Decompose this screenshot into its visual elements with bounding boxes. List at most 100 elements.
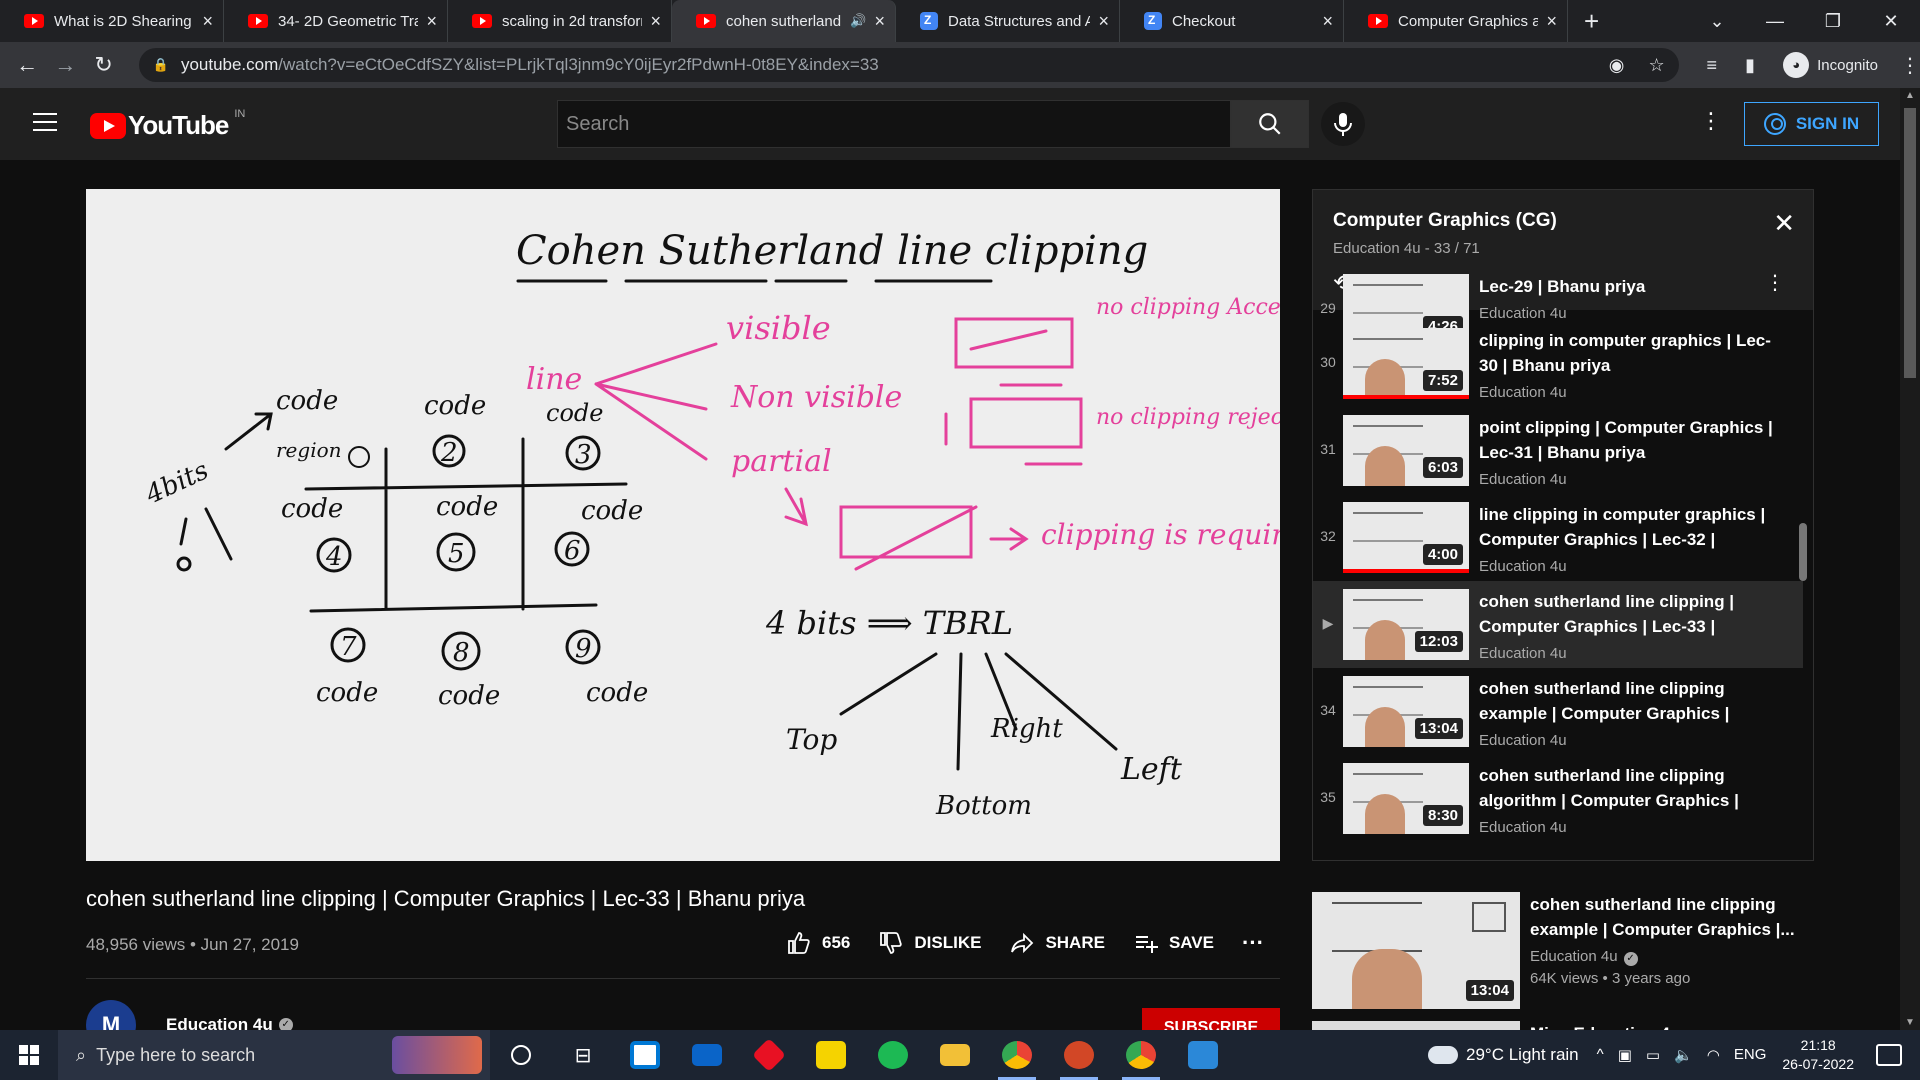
clock[interactable]: 21:18 26-07-2022 [1782, 1036, 1854, 1074]
restore-button[interactable]: ❐ [1804, 11, 1862, 32]
search-input[interactable] [566, 112, 1230, 136]
sticky-notes-icon[interactable] [800, 1030, 862, 1080]
video-player[interactable]: Cohen Sutherland line clipping code code… [86, 189, 1280, 861]
speaker-icon[interactable]: 🔊 [850, 13, 866, 29]
item-title: cohen sutherland line clipping example |… [1479, 679, 1730, 723]
playlist-item[interactable]: 29 4:26 Lec-29 | Bhanu priya Education 4u [1313, 266, 1803, 345]
office-app-icon[interactable] [738, 1030, 800, 1080]
photos-icon[interactable] [1172, 1030, 1234, 1080]
share-button[interactable]: SHARE [1009, 931, 1105, 955]
notification-center-icon[interactable] [1876, 1044, 1902, 1066]
store-icon[interactable] [614, 1030, 676, 1080]
video-thumbnail[interactable]: 12:03 [1343, 589, 1469, 660]
close-tab-icon[interactable]: × [1546, 11, 1557, 32]
video-thumbnail[interactable]: 6:03 [1343, 415, 1469, 486]
thumbs-up-icon [788, 932, 810, 954]
cortana-icon[interactable] [490, 1030, 552, 1080]
youtube-favicon-icon [24, 14, 44, 28]
weather-widget[interactable]: 29°C Light rain [1428, 1045, 1579, 1065]
chrome-profile-icon[interactable] [1110, 1030, 1172, 1080]
wifi-icon[interactable]: ◠ [1707, 1046, 1720, 1064]
video-actions: 656 DISLIKE SHARE SAVE ··· [786, 930, 1264, 956]
playlist-item[interactable]: 30 7:52 clipping in computer graphics | … [1313, 320, 1803, 407]
file-explorer-icon[interactable] [924, 1030, 986, 1080]
tab-search-icon[interactable]: ⌄ [1688, 11, 1746, 32]
youtube-logo[interactable]: YouTube IN [90, 108, 245, 141]
scroll-up-arrow-icon[interactable]: ▲ [1905, 90, 1915, 101]
show-hidden-icons-icon[interactable]: ^ [1597, 1046, 1604, 1064]
spotify-icon[interactable] [862, 1030, 924, 1080]
battery-icon[interactable]: ▭ [1646, 1046, 1660, 1064]
video-thumbnail[interactable]: 4:00 [1343, 502, 1469, 573]
scrollbar-thumb[interactable] [1904, 108, 1916, 378]
address-bar[interactable]: 🔒 youtube.com /watch?v=eCtOeCdfSZY&list=… [138, 48, 1679, 82]
task-view-icon[interactable]: ⊟ [552, 1030, 614, 1080]
playlist-title[interactable]: Computer Graphics (CG) [1333, 210, 1813, 232]
svg-text:7: 7 [340, 632, 357, 662]
tracking-blocked-icon[interactable]: ◉ [1609, 55, 1625, 76]
video-thumbnail[interactable]: 13:04 [1312, 892, 1520, 1009]
sign-in-button[interactable]: SIGN IN [1744, 102, 1879, 146]
incognito-profile[interactable]: ◕ Incognito [1783, 52, 1878, 78]
powerpoint-icon[interactable] [1048, 1030, 1110, 1080]
browser-tab[interactable]: 34- 2D Geometric Tran × [224, 0, 448, 42]
mail-icon[interactable] [676, 1030, 738, 1080]
voice-search-button[interactable] [1321, 102, 1365, 146]
dislike-button[interactable]: DISLIKE [878, 931, 981, 955]
minimize-button[interactable]: — [1746, 11, 1804, 32]
start-button[interactable] [0, 1030, 58, 1080]
video-thumbnail[interactable]: 13:04 [1343, 676, 1469, 747]
url-path: /watch?v=eCtOeCdfSZY&list=PLrjkTql3jnm9c… [278, 55, 879, 74]
item-title: point clipping | Computer Graphics | Lec… [1479, 418, 1773, 462]
recommended-video[interactable]: 13:04 cohen sutherland line clipping exa… [1312, 892, 1892, 1009]
region-label: region [276, 438, 342, 462]
playlist-item[interactable]: 35 8:30 cohen sutherland line clipping a… [1313, 755, 1803, 842]
more-actions-button[interactable]: ··· [1242, 930, 1264, 956]
browser-menu-icon[interactable]: ⋮ [1900, 53, 1920, 78]
close-tab-icon[interactable]: × [426, 11, 437, 32]
video-thumbnail[interactable]: 8:30 [1343, 763, 1469, 834]
playlist-item[interactable]: 31 6:03 point clipping | Computer Graphi… [1313, 407, 1803, 494]
video-thumbnail[interactable]: 7:52 [1343, 328, 1469, 399]
scroll-down-arrow-icon[interactable]: ▼ [1905, 1017, 1915, 1028]
new-tab-button[interactable]: + [1584, 6, 1599, 37]
browser-tab[interactable]: scaling in 2d transform × [448, 0, 672, 42]
settings-menu-icon[interactable]: ⋮ [1700, 108, 1722, 134]
playlist-item[interactable]: 34 13:04 cohen sutherland line clipping … [1313, 668, 1803, 755]
playlist-item-current[interactable]: ▶ 12:03 cohen sutherland line clipping |… [1313, 581, 1803, 668]
item-index: 32 [1320, 528, 1336, 544]
browser-tab-active[interactable]: cohen sutherland 🔊 × [672, 0, 896, 42]
language-indicator[interactable]: ENG [1734, 1046, 1767, 1064]
close-tab-icon[interactable]: × [202, 11, 213, 32]
share-icon [1011, 932, 1034, 954]
close-tab-icon[interactable]: × [1098, 11, 1109, 32]
browser-tab[interactable]: Data Structures and A × [896, 0, 1120, 42]
save-button[interactable]: SAVE [1133, 931, 1214, 955]
search-button[interactable] [1231, 100, 1309, 148]
close-tab-icon[interactable]: × [874, 11, 885, 32]
playlist-scrollbar[interactable] [1799, 523, 1807, 581]
browser-tab[interactable]: What is 2D Shearing E × [0, 0, 224, 42]
volume-icon[interactable]: 🔈 [1674, 1046, 1693, 1064]
close-playlist-icon[interactable]: ✕ [1773, 208, 1795, 239]
chrome-icon[interactable] [986, 1030, 1048, 1080]
close-tab-icon[interactable]: × [650, 11, 661, 32]
like-button[interactable]: 656 [786, 931, 850, 955]
close-tab-icon[interactable]: × [1322, 11, 1333, 32]
taskbar-search[interactable]: ⌕ Type here to search [58, 1030, 490, 1080]
menu-icon[interactable] [33, 113, 57, 131]
back-button[interactable]: ← [8, 52, 46, 78]
close-window-button[interactable]: ✕ [1862, 11, 1920, 32]
bookmark-star-icon[interactable]: ☆ [1649, 55, 1665, 76]
lock-icon[interactable]: 🔒 [153, 57, 169, 73]
logo-text: YouTube [128, 110, 229, 140]
browser-tab[interactable]: Computer Graphics ar × [1344, 0, 1568, 42]
meet-now-icon[interactable]: ▣ [1618, 1046, 1632, 1064]
reload-button[interactable]: ↻ [85, 52, 123, 78]
page-scrollbar[interactable]: ▲ ▼ [1900, 88, 1920, 1030]
side-panel-icon[interactable]: ▮ [1731, 55, 1769, 76]
playlist-item[interactable]: 32 4:00 line clipping in computer graphi… [1313, 494, 1803, 581]
media-control-icon[interactable]: ≡ [1693, 55, 1731, 76]
forward-button[interactable]: → [46, 52, 84, 78]
browser-tab[interactable]: Checkout × [1120, 0, 1344, 42]
